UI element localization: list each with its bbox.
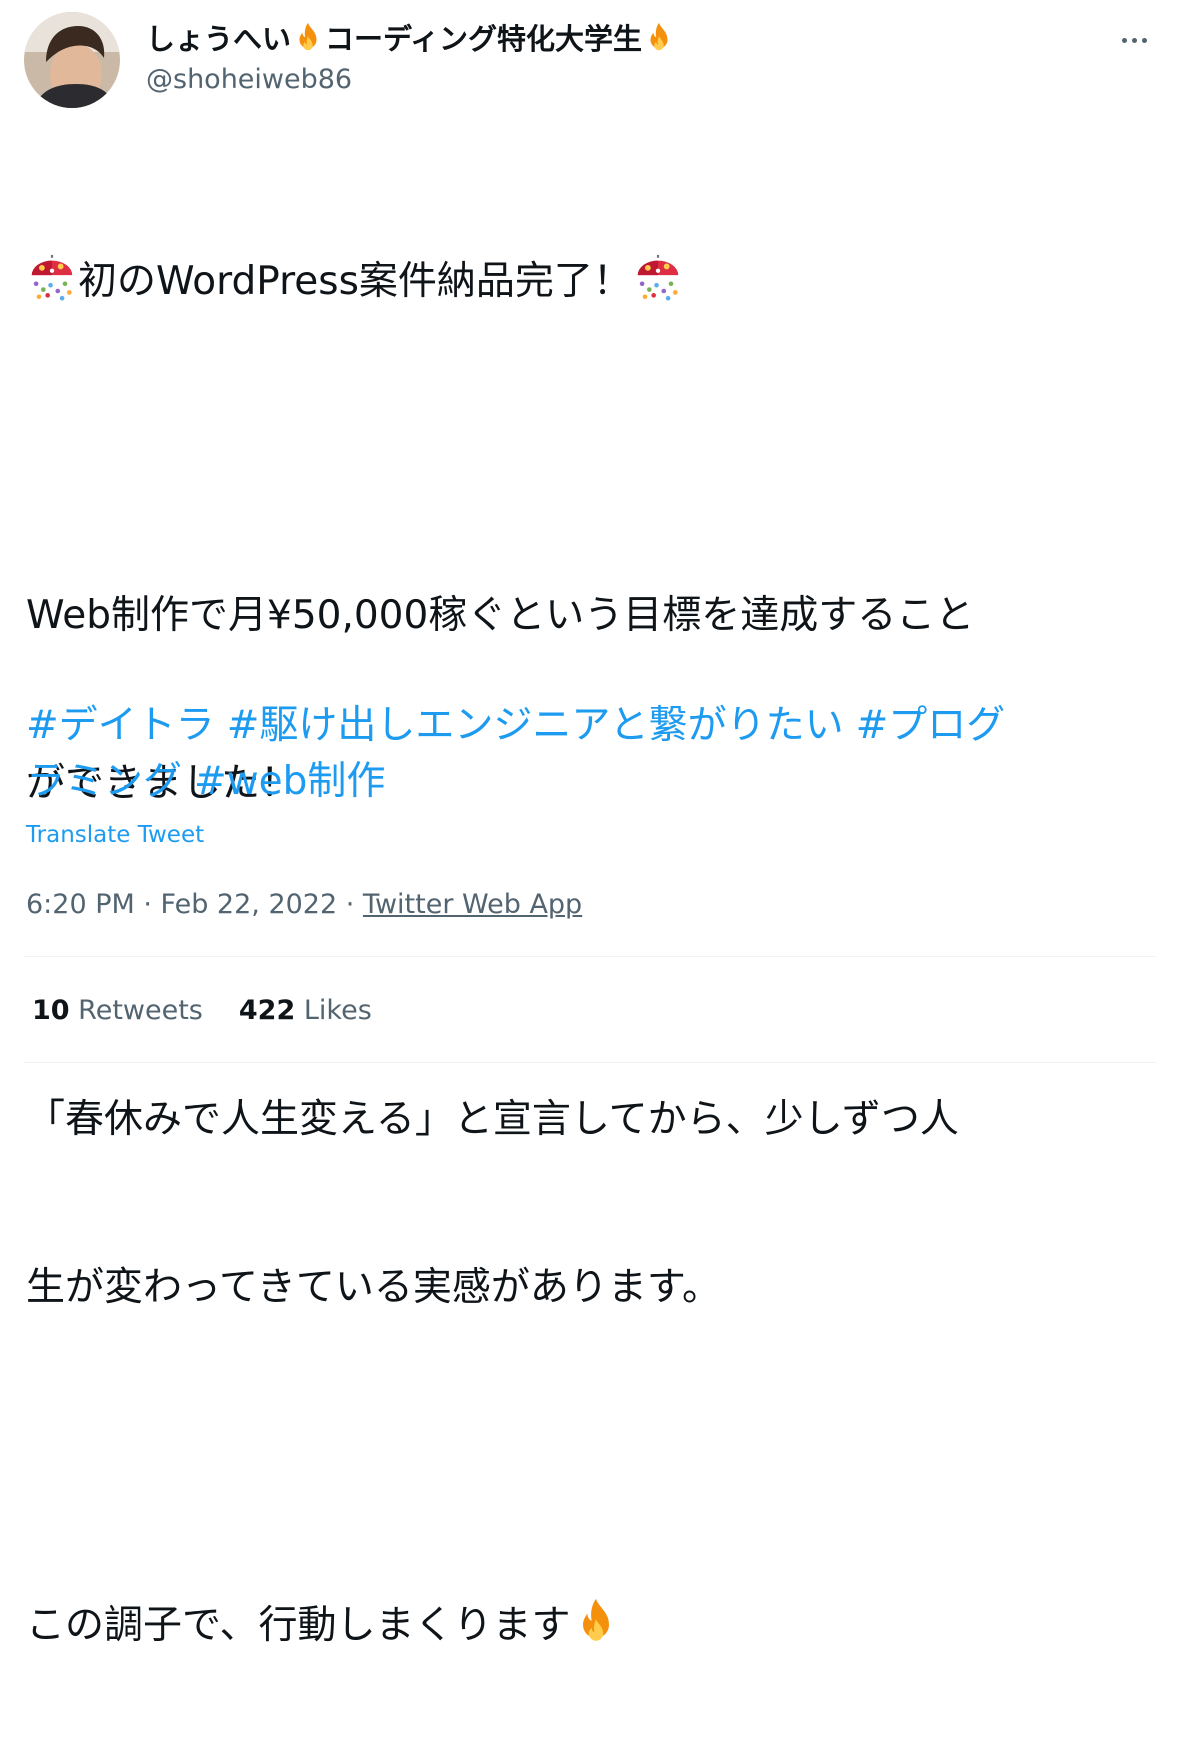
tweet-stats: 10 Retweets 422 Likes xyxy=(32,992,408,1030)
tweet-line: この調子で、行動しまくります xyxy=(26,1596,1146,1652)
confetti-ball-icon xyxy=(632,252,684,304)
tweet-line-text: この調子で、行動しまくります xyxy=(26,1603,571,1648)
avatar-photo xyxy=(24,12,120,108)
tweet-text: 初のWordPress案件納品完了！ Web制作で月¥50,000稼ぐという目標… xyxy=(26,140,1146,1764)
tweet-source-link[interactable]: Twitter Web App xyxy=(363,889,582,920)
tweet-line: 生が変わってきている実感があります。 xyxy=(26,1265,721,1310)
display-name[interactable]: しょうへい コーディング特化大学生 xyxy=(146,20,676,58)
tweet-card: しょうへい コーディング特化大学生 @shoheiweb86 初のWordPres… xyxy=(0,0,1198,1648)
fire-icon xyxy=(291,21,325,55)
retweets-stat[interactable]: 10 Retweets xyxy=(32,995,203,1026)
likes-label: Likes xyxy=(303,995,372,1026)
meta-separator: · xyxy=(337,889,363,920)
hashtag-row: #デイトラ #駆け出しエンジニアと繋がりたい #プログ xyxy=(26,698,1156,754)
tweet-line: Web制作で月¥50,000稼ぐという目標を達成すること xyxy=(26,593,975,638)
tweet-date[interactable]: Feb 22, 2022 xyxy=(161,889,338,920)
retweets-count: 10 xyxy=(32,995,70,1026)
display-name-part2: コーディング特化大学生 xyxy=(325,22,642,56)
tweet-line-text: 初のWordPress案件納品完了！ xyxy=(78,259,632,304)
more-options-button[interactable] xyxy=(1112,22,1156,58)
translate-tweet-link[interactable]: Translate Tweet xyxy=(26,820,204,850)
hashtag-link[interactable]: #駆け出しエンジニアと繋がりたい xyxy=(227,703,844,748)
divider xyxy=(24,1062,1156,1063)
hashtag-link[interactable]: #web制作 xyxy=(194,759,385,804)
hashtag-link[interactable]: #デイトラ xyxy=(26,703,215,748)
tweet-line: 「春休みで人生変える」と宣言してから、少しずつ人 xyxy=(26,1097,959,1142)
display-name-part1: しょうへい xyxy=(146,22,292,56)
more-dot xyxy=(1131,37,1137,43)
hashtag-link[interactable]: #プログ xyxy=(856,703,1006,748)
confetti-ball-icon xyxy=(26,252,78,304)
more-horizontal-icon xyxy=(1121,37,1127,43)
tweet-meta: 6:20 PM · Feb 22, 2022 · Twitter Web App xyxy=(26,886,582,924)
avatar[interactable] xyxy=(24,12,120,108)
likes-count: 422 xyxy=(238,995,296,1026)
divider xyxy=(24,956,1156,957)
likes-stat[interactable]: 422 Likes xyxy=(239,995,372,1026)
hashtag-list: #デイトラ #駆け出しエンジニアと繋がりたい #プログ ラミング #web制作 xyxy=(26,698,1156,810)
fire-icon xyxy=(642,21,676,55)
hashtag-link[interactable]: ラミング xyxy=(26,759,182,804)
hashtag-row: ラミング #web制作 xyxy=(26,754,1156,810)
meta-separator: · xyxy=(134,889,161,920)
retweets-label: Retweets xyxy=(78,995,203,1026)
tweet-time[interactable]: 6:20 PM xyxy=(26,889,135,920)
fire-icon xyxy=(570,1596,622,1648)
tweet-line: 初のWordPress案件納品完了！ xyxy=(26,252,1146,308)
more-dot xyxy=(1141,37,1147,43)
user-handle[interactable]: @shoheiweb86 xyxy=(146,62,352,98)
